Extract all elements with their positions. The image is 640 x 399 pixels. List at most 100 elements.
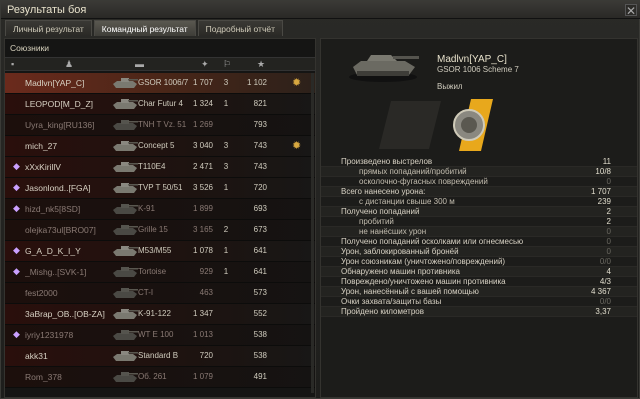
tab-team[interactable]: Командный результат	[93, 20, 196, 36]
medal-icon[interactable]: ✹	[292, 76, 301, 89]
xp-value: 793	[253, 120, 267, 129]
stat-row: Обнаружено машин противника 4	[321, 267, 637, 277]
damage-value: 1 078	[192, 246, 213, 255]
player-name: Rom_378	[25, 372, 62, 382]
tank-name: Tortoise	[138, 267, 167, 276]
tank-icon	[113, 288, 138, 298]
close-icon[interactable]: ✕	[625, 4, 637, 17]
stat-label: Получено попаданий	[341, 207, 420, 216]
platoon-icon: ◆	[13, 329, 20, 339]
player-details-panel: Madlvn[YAP_C] GSOR 1006 Scheme 7 Выжил П…	[320, 38, 638, 398]
player-row[interactable]: Rom_378 Об. 261 1 079 491	[5, 367, 315, 388]
player-name: olejka73ul[BRO07]	[25, 225, 96, 235]
tank-icon	[113, 267, 138, 277]
tank-icon	[113, 372, 138, 382]
player-name: LEOPOD[M_D_Z]	[25, 99, 94, 109]
stat-label: прямых попаданий/пробитий	[359, 167, 467, 176]
stat-value: 0	[606, 177, 611, 186]
player-row[interactable]: Madlvn[YAP_C] GSOR 1006/7 1 707 3 1 102 …	[5, 73, 315, 94]
xp-star-icon[interactable]: ★	[257, 59, 265, 70]
player-row[interactable]: olejka73ul[BRO07] Grille 15 3 165 2 673	[5, 220, 315, 241]
window-title: Результаты боя	[7, 4, 87, 16]
player-name: _Mishg..[SVK-1]	[25, 267, 87, 277]
tank-icon	[113, 204, 138, 214]
stat-value: 0	[606, 237, 611, 246]
tab-detailed[interactable]: Подробный отчёт	[197, 20, 283, 36]
allies-panel: Союзники ▪ ♟ ▬ ✦ ⚐ ★ Madlvn[YAP_C] GSOR …	[4, 38, 316, 398]
xp-value: 573	[253, 288, 267, 297]
player-row[interactable]: ◆ hizd_nk5[8SD] K-91 1 899 693	[5, 199, 315, 220]
tank-icon[interactable]: ▬	[135, 59, 144, 69]
xp-value: 720	[253, 183, 267, 192]
stat-label: Урон, заблокированный бронёй	[341, 247, 459, 256]
stats-list: Произведено выстрелов 11 прямых попадани…	[321, 157, 637, 317]
player-row[interactable]: fest2000 CT-I 463 573	[5, 283, 315, 304]
kills-icon[interactable]: ⚐	[223, 59, 231, 70]
stat-label: не нанёсших урон	[359, 227, 427, 236]
damage-value: 2 471	[192, 162, 213, 171]
xp-value: 538	[253, 351, 267, 360]
player-row[interactable]: ◆ _Mishg..[SVK-1] Tortoise 929 1 641	[5, 262, 315, 283]
player-row[interactable]: ◆ G_A_D_K_I_Y M53/M55 1 078 1 641	[5, 241, 315, 262]
stat-row: не нанёсших урон 0	[321, 227, 637, 237]
player-row[interactable]: akk31 Standard B 720 538	[5, 346, 315, 367]
player-row[interactable]: ◆ Jasonlond..[FGA] TVP T 50/51 3 526 1 7…	[5, 178, 315, 199]
squad-icon[interactable]: ▪	[11, 59, 14, 69]
player-row[interactable]: LEOPOD[M_D_Z] Char Futur 4 1 324 1 821	[5, 94, 315, 115]
stat-row: Получено попаданий осколками или огнесме…	[321, 237, 637, 247]
tank-name: M53/M55	[138, 246, 172, 255]
player-row[interactable]: ◆ iyriy1231978 WT E 100 1 013 538	[5, 325, 315, 346]
tank-icon	[113, 78, 138, 88]
stat-row: пробитий 2	[321, 217, 637, 227]
platoon-icon: ◆	[13, 245, 20, 255]
damage-icon[interactable]: ✦	[201, 59, 209, 70]
player-row[interactable]: Uyra_king[RU136] TNH T Vz. 51 1 269 793	[5, 115, 315, 136]
tank-name: Concept 5	[138, 141, 175, 150]
tank-icon	[113, 225, 138, 235]
stat-value: 10/8	[595, 167, 611, 176]
tab-personal[interactable]: Личный результат	[5, 20, 92, 36]
damage-value: 1 269	[192, 120, 213, 129]
stat-row: осколочно-фугасных повреждений 0	[321, 177, 637, 187]
stat-label: Очки захвата/защиты базы	[341, 297, 442, 306]
player-row[interactable]: 3aBrap_OB..[OB-ZA] K-91-122 1 347 552	[5, 304, 315, 325]
stat-row: Урон союзникам (уничтожено/повреждений) …	[321, 257, 637, 267]
stat-value: 4 367	[590, 287, 611, 296]
platoon-icon: ◆	[13, 203, 20, 213]
scrollbar[interactable]	[311, 73, 314, 393]
damage-value: 3 165	[192, 225, 213, 234]
player-icon[interactable]: ♟	[65, 59, 73, 70]
stat-row: Произведено выстрелов 11	[321, 157, 637, 167]
results-tabs: Личный результат Командный результат Под…	[5, 20, 285, 36]
stat-value: 11	[602, 157, 611, 166]
stat-value: 3,37	[595, 307, 611, 316]
player-name: 3aBrap_OB..[OB-ZA]	[25, 309, 105, 319]
damage-value: 720	[199, 351, 213, 360]
stat-value: 1 707	[590, 187, 611, 196]
stat-row: Урон, нанесённый с вашей помощью 4 367	[321, 287, 637, 297]
damage-value: 1 079	[192, 372, 213, 381]
damage-value: 3 040	[192, 141, 213, 150]
stat-value: 0	[606, 227, 611, 236]
tank-name: TVP T 50/51	[138, 183, 183, 192]
kills-value: 3	[223, 162, 229, 171]
damage-value: 1 347	[192, 309, 213, 318]
tank-name: K-91	[138, 204, 155, 213]
player-name: G_A_D_K_I_Y	[25, 246, 81, 256]
player-name: xXxKirillV	[25, 162, 61, 172]
stat-row: Повреждено/уничтожено машин противника 4…	[321, 277, 637, 287]
player-name: fest2000	[25, 288, 58, 298]
stat-value: 0	[606, 247, 611, 256]
kills-value: 1	[223, 99, 229, 108]
stat-value: 2	[606, 207, 611, 216]
medal-icon[interactable]: ✹	[292, 139, 301, 152]
stat-row: Урон, заблокированный бронёй 0	[321, 247, 637, 257]
player-row[interactable]: ◆ xXxKirillV T110E4 2 471 3 743	[5, 157, 315, 178]
stat-label: Повреждено/уничтожено машин противника	[341, 277, 506, 286]
player-row[interactable]: mich_27 Concept 5 3 040 3 743 ✹	[5, 136, 315, 157]
kills-value: 2	[223, 225, 229, 234]
kills-value: 3	[223, 78, 229, 87]
tank-name: Standard B	[138, 351, 179, 360]
tank-name: CT-I	[138, 288, 154, 297]
xp-value: 491	[253, 372, 267, 381]
